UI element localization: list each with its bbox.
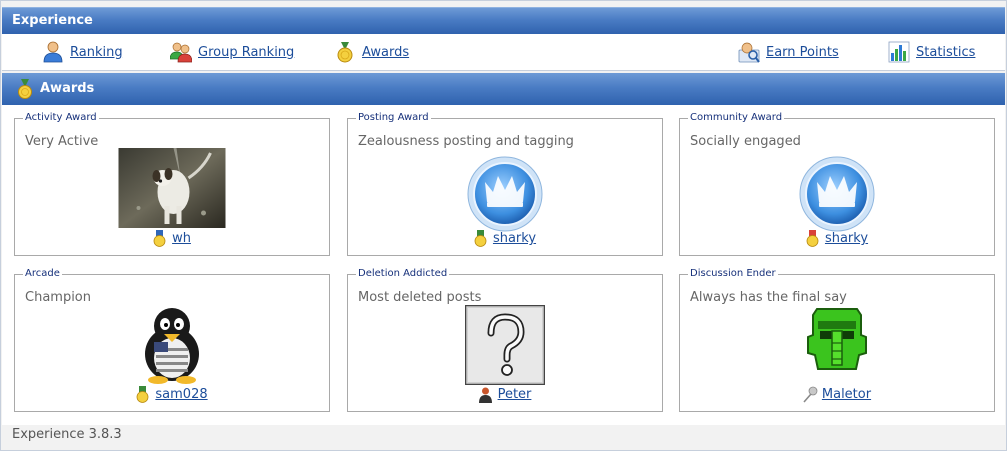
- winner-link[interactable]: sharky: [825, 231, 868, 246]
- pin-icon: [803, 386, 818, 403]
- nav-group-ranking-label[interactable]: Group Ranking: [198, 45, 294, 60]
- medal-icon: [334, 41, 356, 63]
- red-medal-icon: [806, 230, 819, 247]
- award-winner: Peter: [348, 386, 662, 403]
- gold-medal-icon: [136, 386, 149, 403]
- crown-badge-icon[interactable]: [799, 156, 875, 232]
- user-icon: [42, 41, 64, 63]
- award-category: Deletion Addicted: [358, 268, 448, 279]
- award-card-arcade: Arcade Champion sam028: [14, 268, 330, 412]
- user-icon: [478, 386, 492, 403]
- awards-grid: Activity Award Very Active wh Posting Aw…: [2, 105, 1005, 425]
- award-winner: wh: [15, 230, 329, 247]
- medal-icon: [16, 78, 38, 100]
- winner-link[interactable]: Maletor: [822, 387, 871, 402]
- award-description: Champion: [25, 290, 92, 305]
- winner-link[interactable]: Peter: [498, 387, 532, 402]
- award-winner: sam028: [15, 386, 329, 403]
- winner-link[interactable]: sharky: [493, 231, 536, 246]
- nav-earn-points-label[interactable]: Earn Points: [766, 45, 839, 60]
- awards-section-header: Awards: [2, 73, 1005, 105]
- green-mask-avatar[interactable]: [804, 305, 870, 375]
- nav-statistics-label[interactable]: Statistics: [916, 45, 975, 60]
- winner-link[interactable]: sam028: [155, 387, 207, 402]
- award-category: Activity Award: [25, 112, 97, 123]
- header-bar: Experience: [2, 7, 1005, 34]
- award-card-activity: Activity Award Very Active wh: [14, 112, 330, 256]
- award-category: Arcade: [25, 268, 60, 279]
- award-description: Most deleted posts: [358, 290, 482, 305]
- award-card-community: Community Award Socially engaged sharky: [679, 112, 995, 256]
- section-title: Awards: [40, 81, 95, 96]
- award-category: Discussion Ender: [690, 268, 776, 279]
- gold-medal-icon: [153, 230, 166, 247]
- nav-awards-label[interactable]: Awards: [362, 45, 409, 60]
- nav-group-ranking[interactable]: Group Ranking: [169, 40, 294, 64]
- nav-statistics[interactable]: Statistics: [888, 40, 975, 64]
- award-card-posting: Posting Award Zealousness posting and ta…: [347, 112, 663, 256]
- version-footer: Experience 3.8.3: [12, 427, 122, 442]
- award-category: Community Award: [690, 112, 783, 123]
- earn-points-icon: [738, 41, 760, 63]
- winner-photo-dog[interactable]: [118, 148, 226, 228]
- award-winner: sharky: [680, 230, 994, 247]
- award-winner: Maletor: [680, 386, 994, 403]
- award-description: Socially engaged: [690, 134, 801, 149]
- nav-ranking[interactable]: Ranking: [42, 40, 123, 64]
- winner-link[interactable]: wh: [172, 231, 191, 246]
- gold-medal-icon: [474, 230, 487, 247]
- nav-ranking-label[interactable]: Ranking: [70, 45, 123, 60]
- header-title: Experience: [12, 13, 93, 28]
- award-card-discussion: Discussion Ender Always has the final sa…: [679, 268, 995, 412]
- bar-chart-icon: [888, 41, 910, 63]
- question-mark-avatar[interactable]: [464, 304, 546, 386]
- award-card-deletion: Deletion Addicted Most deleted posts Pet…: [347, 268, 663, 412]
- award-description: Zealousness posting and tagging: [358, 134, 574, 149]
- award-category: Posting Award: [358, 112, 429, 123]
- users-icon: [169, 41, 193, 63]
- nav-awards[interactable]: Awards: [334, 40, 409, 64]
- penguin-avatar[interactable]: [132, 304, 212, 384]
- award-description: Always has the final say: [690, 290, 847, 305]
- crown-badge-icon[interactable]: [467, 156, 543, 232]
- award-description: Very Active: [25, 134, 99, 149]
- experience-panel: Experience Ranking Group Ranking Awards …: [0, 0, 1007, 451]
- nav-bar: Ranking Group Ranking Awards Earn Points…: [2, 34, 1005, 71]
- award-winner: sharky: [348, 230, 662, 247]
- nav-earn-points[interactable]: Earn Points: [738, 40, 839, 64]
